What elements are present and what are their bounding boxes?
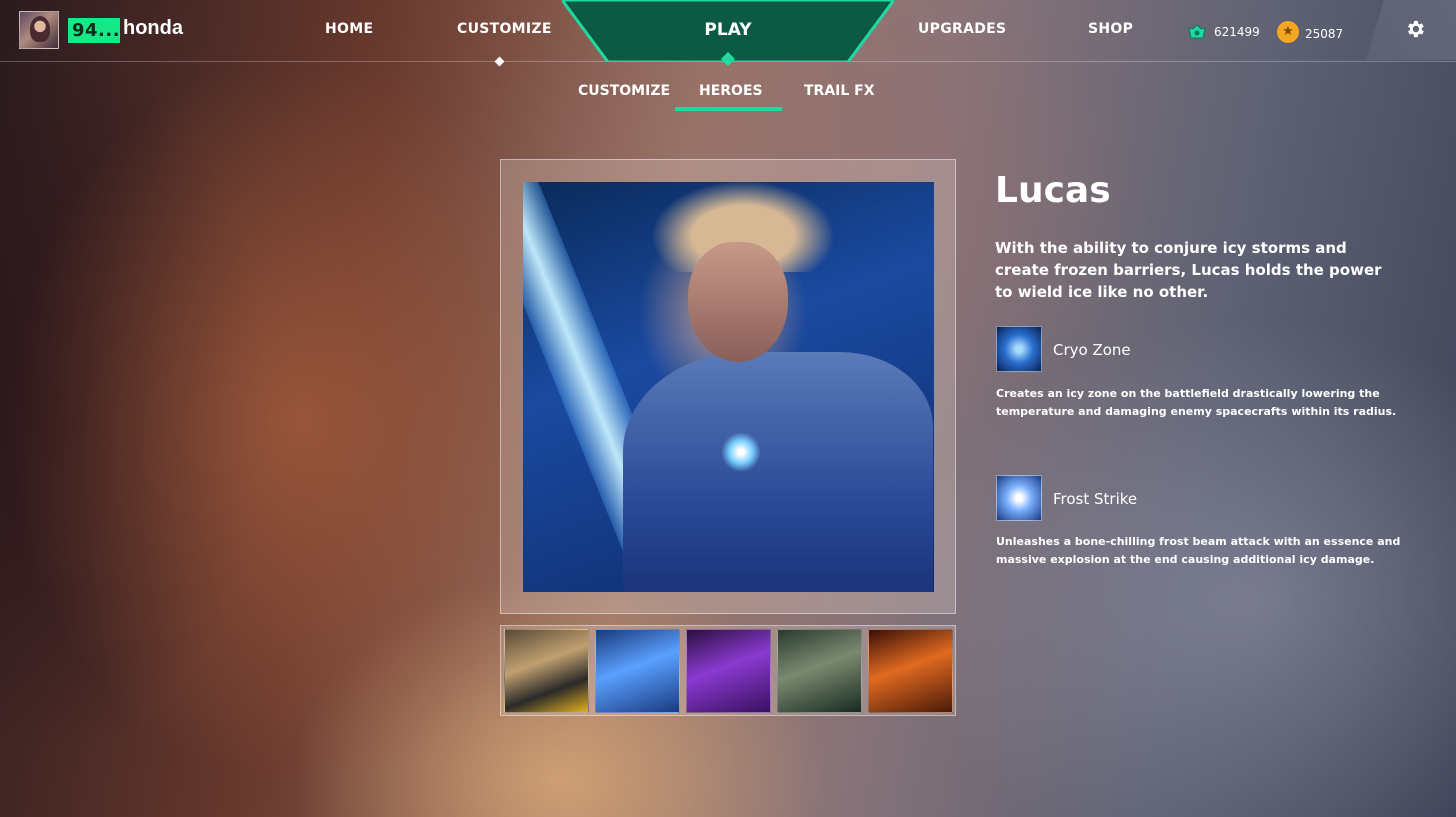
ability-name: Frost Strike bbox=[1053, 490, 1138, 508]
nav-home[interactable]: HOME bbox=[325, 21, 373, 37]
ability-name: Cryo Zone bbox=[1053, 341, 1131, 359]
hero-portrait-frame bbox=[500, 159, 956, 614]
subtab-customize[interactable]: CUSTOMIZE bbox=[578, 83, 670, 99]
subtab-trail-fx[interactable]: TRAIL FX bbox=[804, 83, 875, 99]
gem-currency: 621499 bbox=[1188, 24, 1260, 40]
player-username[interactable]: honda bbox=[123, 17, 183, 40]
top-bar: 94... honda HOME CUSTOMIZE PLAY UPGRADES… bbox=[0, 0, 1456, 67]
nav-customize[interactable]: CUSTOMIZE bbox=[457, 21, 552, 37]
player-level-badge: 94... bbox=[68, 18, 120, 43]
hero-thumbnail[interactable] bbox=[868, 629, 953, 713]
nav-upgrades[interactable]: UPGRADES bbox=[918, 21, 1006, 37]
cryo-zone-icon bbox=[996, 326, 1042, 372]
hero-portrait-image bbox=[523, 182, 934, 592]
gem-count: 621499 bbox=[1214, 25, 1260, 39]
gem-icon bbox=[1188, 24, 1206, 39]
nav-customize-indicator bbox=[494, 56, 505, 67]
hero-thumbnail[interactable] bbox=[777, 629, 862, 713]
ability-description: Creates an icy zone on the battlefield d… bbox=[996, 387, 1397, 418]
hero-thumbnail[interactable] bbox=[686, 629, 771, 713]
nav-play[interactable]: PLAY bbox=[562, 0, 894, 67]
coin-icon: ★ bbox=[1277, 21, 1299, 43]
coin-currency: ★ 25087 bbox=[1277, 21, 1344, 43]
hero-description: With the ability to conjure icy storms a… bbox=[995, 239, 1382, 301]
ability-description: Unleashes a bone-chilling frost beam att… bbox=[996, 535, 1401, 566]
play-label: PLAY bbox=[704, 20, 752, 40]
hero-thumbnail-selected[interactable] bbox=[595, 629, 680, 713]
subtab-heroes[interactable]: HEROES bbox=[699, 83, 763, 99]
hero-thumbnail[interactable] bbox=[504, 629, 589, 713]
hero-thumbnail-strip bbox=[500, 625, 956, 716]
gear-icon[interactable] bbox=[1404, 18, 1426, 40]
subtab-active-underline bbox=[675, 107, 782, 111]
coin-count: 25087 bbox=[1305, 26, 1344, 41]
player-avatar[interactable] bbox=[19, 11, 59, 49]
nav-shop[interactable]: SHOP bbox=[1088, 21, 1133, 37]
frost-strike-icon bbox=[996, 475, 1042, 521]
hero-name: Lucas bbox=[995, 170, 1111, 211]
